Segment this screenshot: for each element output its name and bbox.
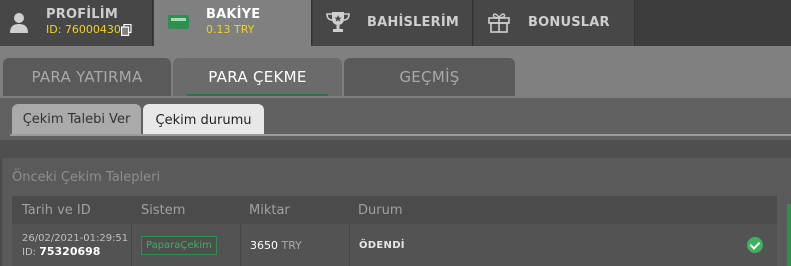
request-id: 75320698 [39,244,101,258]
date-cell: 26/02/2021-01:29:51 ID: 75320698 [12,224,132,266]
system-cell: PaparaÇekim [132,224,241,266]
scroll-indicator [787,204,791,266]
table-row[interactable]: 26/02/2021-01:29:51 ID: 75320698 PaparaÇ… [12,224,777,266]
check-icon [747,237,763,253]
tab-bets[interactable]: BAHİSLERİM [313,0,473,46]
tab-deposit[interactable]: PARA YATIRMA [3,58,171,96]
top-tab-bar: PROFİLİM ID: 76000430 BAKİYE 0.13 TRY BA… [0,0,791,46]
system-badge: PaparaÇekim [141,235,217,255]
secondary-tab-bar: PARA YATIRMA PARA ÇEKME GEÇMİŞ [0,46,791,98]
bets-title: BAHİSLERİM [367,15,459,30]
withdraw-tab-bar: Çekim Talebi Ver Çekim durumu [0,98,791,140]
tab-history[interactable]: GEÇMİŞ [344,58,515,96]
wallet-icon [168,15,189,29]
profile-id: ID: 76000430 [46,23,121,36]
amount-value: 3650 [250,238,278,252]
id-label: ID: [22,246,37,258]
tab-balance[interactable]: BAKİYE 0.13 TRY [154,0,312,46]
tab-profile[interactable]: PROFİLİM ID: 76000430 [0,0,153,46]
balance-amount: 0.13 TRY [206,23,255,36]
amount-currency: TRY [281,238,302,252]
separator [0,140,791,158]
status-cell: ÖDENDİ [350,224,777,266]
header-status: Durum [358,203,403,218]
profile-title: PROFİLİM [46,7,118,22]
tab-withdraw-status[interactable]: Çekim durumu [143,104,264,136]
tab-underline [10,134,791,136]
panel-title: Önceki Çekim Talepleri [12,170,161,185]
gift-icon [488,13,510,33]
bonus-title: BONUSLAR [528,15,610,30]
amount-cell: 3650 TRY [241,224,350,266]
balance-title: BAKİYE [206,7,261,22]
header-system: Sistem [141,203,186,218]
status-text: ÖDENDİ [359,239,405,251]
copy-icon[interactable] [121,24,132,36]
previous-requests-panel: Önceki Çekim Talepleri Tarih ve ID Siste… [2,158,791,266]
request-date: 26/02/2021-01:29:51 [22,232,129,244]
header-date: Tarih ve ID [22,203,91,218]
requests-table: Tarih ve ID Sistem Miktar Durum 26/02/20… [12,196,777,266]
trophy-icon [326,12,350,32]
tab-withdraw-request[interactable]: Çekim Talebi Ver [12,104,141,134]
tab-bonus[interactable]: BONUSLAR [474,0,635,46]
tab-withdraw[interactable]: PARA ÇEKME [173,58,342,96]
user-icon [10,13,28,33]
header-amount: Miktar [249,203,290,218]
